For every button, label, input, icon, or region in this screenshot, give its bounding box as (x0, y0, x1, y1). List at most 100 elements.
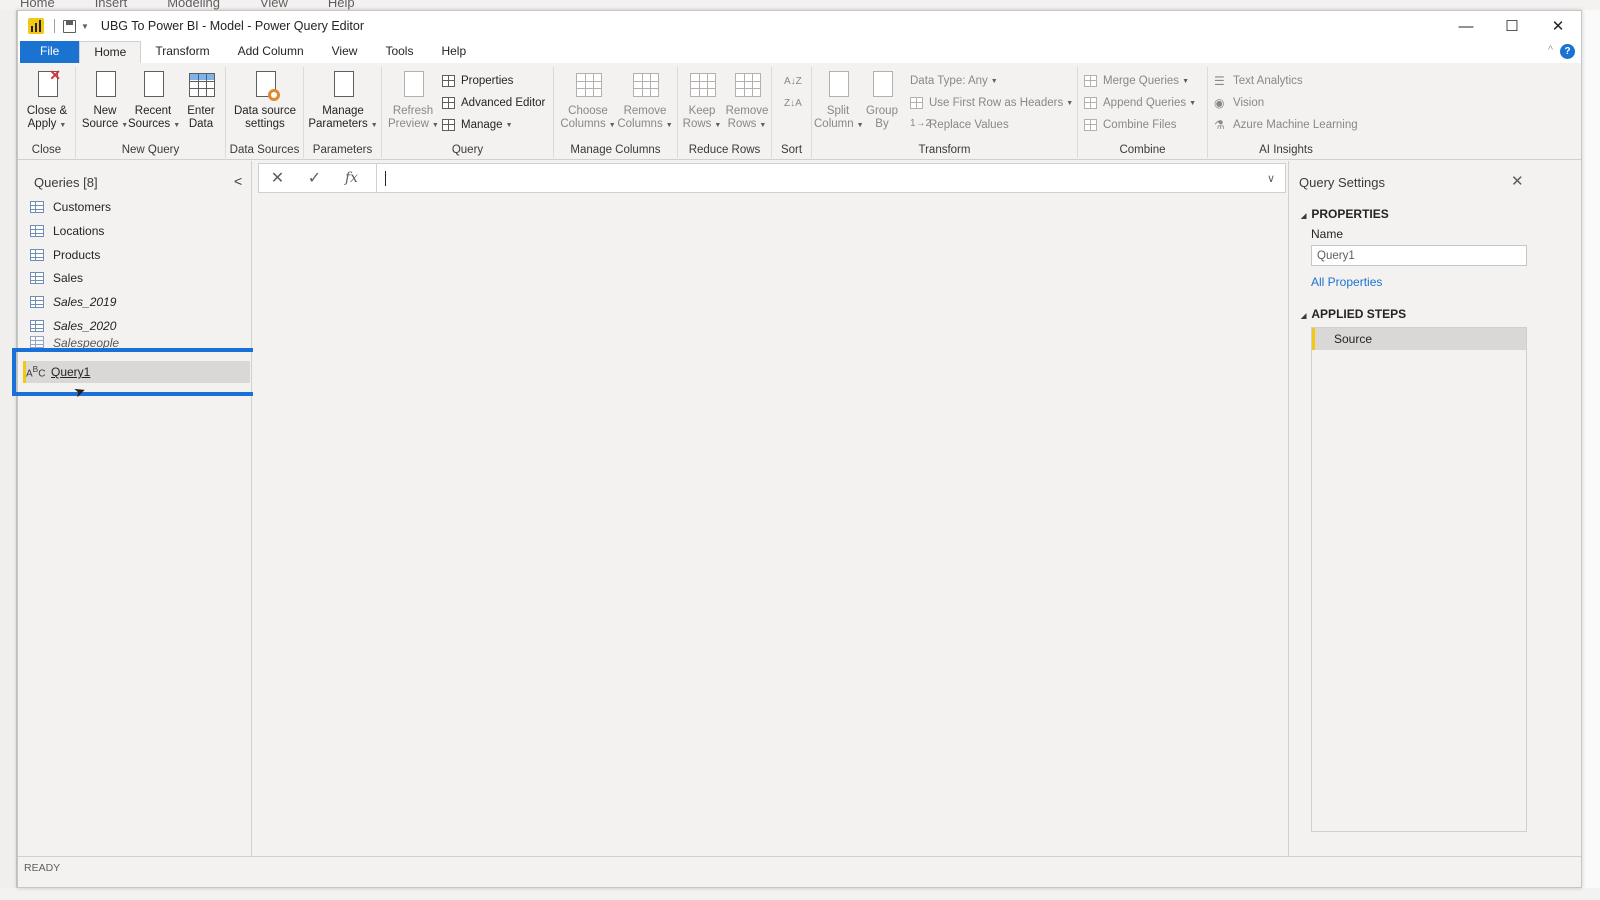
new-source-button[interactable]: New Source ▼ (80, 69, 130, 132)
expand-formula-bar-icon[interactable]: ∨ (1257, 172, 1285, 185)
choose-columns-button[interactable]: Choose Columns ▼ (560, 69, 616, 132)
group-label-ai-insights: AI Insights (1259, 144, 1313, 156)
status-bar: READY (18, 856, 1581, 887)
minimize-button[interactable]: — (1443, 11, 1489, 41)
manage-parameters-button[interactable]: Manage Parameters ▼ (306, 69, 380, 132)
group-label-data-sources: Data Sources (229, 144, 300, 156)
enter-data-button[interactable]: Enter Data (176, 69, 226, 131)
append-queries-button[interactable]: Append Queries ▼ (1084, 93, 1196, 113)
group-label-query: Query (451, 144, 484, 156)
formula-input[interactable] (376, 164, 1257, 192)
tab-view[interactable]: View (318, 41, 372, 63)
group-by-button[interactable]: Group By (862, 69, 902, 131)
query-item-sales-2019[interactable]: Sales_2019 (28, 291, 248, 313)
keep-rows-label: Keep Rows (682, 105, 716, 130)
sort-ascending-icon[interactable]: A↓Z (784, 71, 802, 91)
combine-files-button[interactable]: Combine Files (1084, 115, 1177, 135)
query-item-locations[interactable]: Locations (28, 220, 248, 242)
remove-columns-button[interactable]: Remove Columns ▼ (616, 69, 674, 132)
properties-header-label: PROPERTIES (1311, 207, 1389, 221)
properties-button[interactable]: Properties (442, 71, 513, 91)
recent-sources-label: Recent Sources (128, 105, 172, 130)
commit-formula-button[interactable]: ✓ (296, 168, 333, 188)
help-icon[interactable]: ? (1560, 44, 1575, 59)
close-settings-icon[interactable]: ✕ (1511, 172, 1524, 190)
maximize-button[interactable]: ☐ (1489, 11, 1535, 41)
remove-columns-icon (630, 69, 660, 101)
collapse-triangle-icon: ◢ (1301, 213, 1307, 220)
status-text: READY (24, 862, 61, 874)
group-by-label: Group By (866, 105, 898, 130)
query-name-input[interactable] (1311, 245, 1527, 266)
recent-sources-button[interactable]: Recent Sources ▼ (128, 69, 180, 132)
quick-access-dropdown-icon[interactable]: ▼ (81, 22, 89, 31)
advanced-editor-icon (442, 96, 456, 110)
remove-rows-icon (732, 69, 762, 101)
table-icon (30, 249, 44, 261)
applied-steps-header-label: APPLIED STEPS (1311, 307, 1407, 321)
collapse-queries-pane-icon[interactable]: < (234, 173, 242, 189)
background-menu-item: Modeling (167, 0, 220, 10)
tab-home[interactable]: Home (79, 41, 142, 63)
manage-button[interactable]: Manage ▼ (442, 115, 513, 135)
background-app-menu: Home Insert Modeling View Help (20, 0, 355, 10)
collapse-ribbon-icon[interactable]: ^ (1548, 44, 1553, 56)
merge-queries-button[interactable]: Merge Queries ▼ (1084, 71, 1189, 91)
data-type-dropdown[interactable]: Data Type: Any ▼ (910, 71, 998, 91)
ribbon-group-parameters: Manage Parameters ▼ Parameters (304, 67, 382, 158)
remove-columns-label: Remove Columns (617, 105, 667, 130)
advanced-editor-label: Advanced Editor (461, 97, 546, 109)
split-column-label: Split Column (814, 105, 854, 130)
data-source-settings-button[interactable]: Data source settings (228, 69, 302, 131)
data-source-settings-icon (250, 69, 280, 101)
text-analytics-label: Text Analytics (1233, 75, 1303, 87)
split-column-button[interactable]: Split Column ▼ (814, 69, 864, 132)
remove-rows-button[interactable]: Remove Rows ▼ (724, 69, 770, 132)
cancel-formula-button[interactable]: ✕ (259, 168, 296, 188)
group-label-close: Close (31, 144, 62, 156)
merge-queries-icon (1084, 74, 1098, 88)
tab-tools[interactable]: Tools (371, 41, 427, 63)
ribbon-group-sort: A↓Z Z↓A Sort (772, 67, 812, 158)
query-item-customers[interactable]: Customers (28, 196, 248, 218)
query-item-salespeople[interactable]: Salespeople (28, 336, 248, 348)
ribbon-group-manage-columns: Choose Columns ▼ Remove Columns ▼ Manage C… (554, 67, 678, 158)
use-first-row-headers-button[interactable]: Use First Row as Headers ▼ (910, 93, 1073, 113)
tab-file[interactable]: File (20, 41, 80, 63)
power-query-editor-window: ▼ UBG To Power BI - Model - Power Query … (12, 10, 1582, 888)
group-label-new-query: New Query (121, 144, 180, 156)
query-label: Sales_2019 (53, 295, 117, 309)
vision-label: Vision (1233, 97, 1265, 109)
applied-steps-section-header[interactable]: ◢ APPLIED STEPS (1301, 307, 1406, 321)
selection-highlight-box (12, 348, 261, 396)
queries-pane-title: Queries [8] (34, 175, 98, 190)
keep-rows-button[interactable]: Keep Rows ▼ (680, 69, 724, 132)
close-apply-button[interactable]: ✕ Close & Apply ▼ (22, 68, 72, 132)
vision-button[interactable]: ◉ Vision (1214, 93, 1264, 113)
data-preview-area[interactable] (253, 196, 1287, 856)
table-icon (186, 69, 216, 101)
query-item-sales-2020[interactable]: Sales_2020 (28, 315, 248, 337)
tab-transform[interactable]: Transform (141, 41, 223, 63)
refresh-preview-button[interactable]: Refresh Preview ▼ (388, 69, 439, 132)
applied-step-source[interactable]: Source (1312, 328, 1526, 350)
background-menu-item: View (259, 0, 288, 10)
all-properties-link[interactable]: All Properties (1311, 275, 1382, 289)
query-item-sales[interactable]: Sales (28, 267, 248, 289)
tab-help[interactable]: Help (427, 41, 480, 63)
save-icon[interactable] (63, 19, 76, 33)
data-type-label: Data Type: Any (910, 75, 988, 87)
tab-add-column[interactable]: Add Column (224, 41, 318, 63)
text-analytics-button[interactable]: ☰ Text Analytics (1214, 71, 1303, 91)
properties-section-header[interactable]: ◢ PROPERTIES (1301, 207, 1389, 221)
collapse-triangle-icon: ◢ (1301, 313, 1307, 320)
query-item-products[interactable]: Products (28, 244, 248, 266)
insert-function-button[interactable]: fx (333, 170, 370, 186)
split-column-icon (823, 69, 853, 101)
azure-ml-button[interactable]: ⚗ Azure Machine Learning (1214, 115, 1358, 135)
replace-values-button[interactable]: 1→2 Replace Values (910, 115, 1009, 135)
advanced-editor-button[interactable]: Advanced Editor (442, 93, 545, 113)
close-window-button[interactable]: ✕ (1535, 11, 1581, 41)
append-queries-label: Append Queries (1103, 97, 1187, 109)
sort-descending-icon[interactable]: Z↓A (784, 93, 802, 113)
